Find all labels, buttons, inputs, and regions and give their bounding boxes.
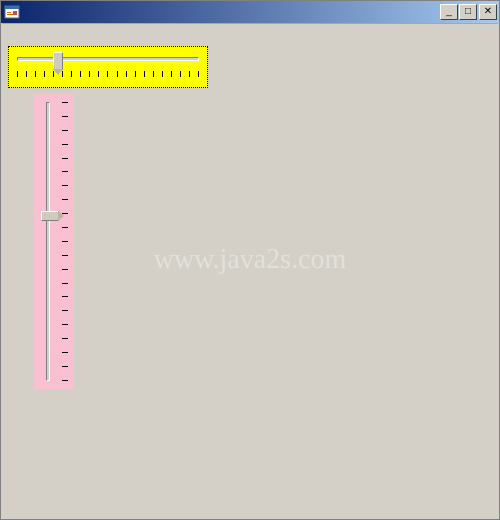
tick [35, 71, 36, 77]
tick [89, 71, 90, 77]
tick [62, 171, 68, 172]
tick [62, 269, 68, 270]
tick [62, 255, 68, 256]
tick [62, 130, 68, 131]
vertical-trackbar-rail [46, 102, 50, 381]
tick [117, 71, 118, 77]
tick [189, 71, 190, 77]
tick [62, 185, 68, 186]
tick [62, 144, 68, 145]
horizontal-trackbar-rail [17, 57, 199, 61]
horizontal-trackbar-thumb[interactable] [53, 52, 63, 70]
titlebar[interactable]: _ □ ✕ [1, 1, 499, 23]
tick [71, 71, 72, 77]
tick [62, 227, 68, 228]
tick [17, 71, 18, 77]
tick [62, 199, 68, 200]
tick [62, 102, 68, 103]
tick [62, 366, 68, 367]
horizontal-trackbar-ticks [17, 71, 199, 79]
tick [126, 71, 127, 77]
tick [62, 158, 68, 159]
tick [26, 71, 27, 77]
caption-buttons: _ □ ✕ [440, 4, 497, 20]
tick [198, 71, 199, 77]
minimize-button[interactable]: _ [440, 4, 458, 20]
client-area: www.java2s.com [2, 23, 498, 518]
tick [62, 241, 68, 242]
tick [62, 324, 68, 325]
watermark: www.java2s.com [2, 244, 498, 276]
tick [171, 71, 172, 77]
close-button[interactable]: ✕ [479, 4, 497, 20]
tick [98, 71, 99, 77]
tick [62, 283, 68, 284]
tick [62, 380, 68, 381]
tick [135, 71, 136, 77]
window-frame: _ □ ✕ www.java2s.com [0, 0, 500, 520]
system-icon[interactable] [4, 4, 20, 20]
tick [80, 71, 81, 77]
maximize-button[interactable]: □ [459, 4, 477, 20]
vertical-trackbar[interactable] [34, 94, 74, 389]
vertical-trackbar-thumb[interactable] [41, 211, 59, 221]
tick [180, 71, 181, 77]
tick [144, 71, 145, 77]
tick [162, 71, 163, 77]
tick [62, 116, 68, 117]
vertical-trackbar-ticks [62, 102, 68, 381]
tick [62, 338, 68, 339]
tick [153, 71, 154, 77]
tick [62, 310, 68, 311]
horizontal-trackbar[interactable] [8, 46, 208, 88]
tick [44, 71, 45, 77]
tick [107, 71, 108, 77]
tick [62, 352, 68, 353]
tick [62, 296, 68, 297]
